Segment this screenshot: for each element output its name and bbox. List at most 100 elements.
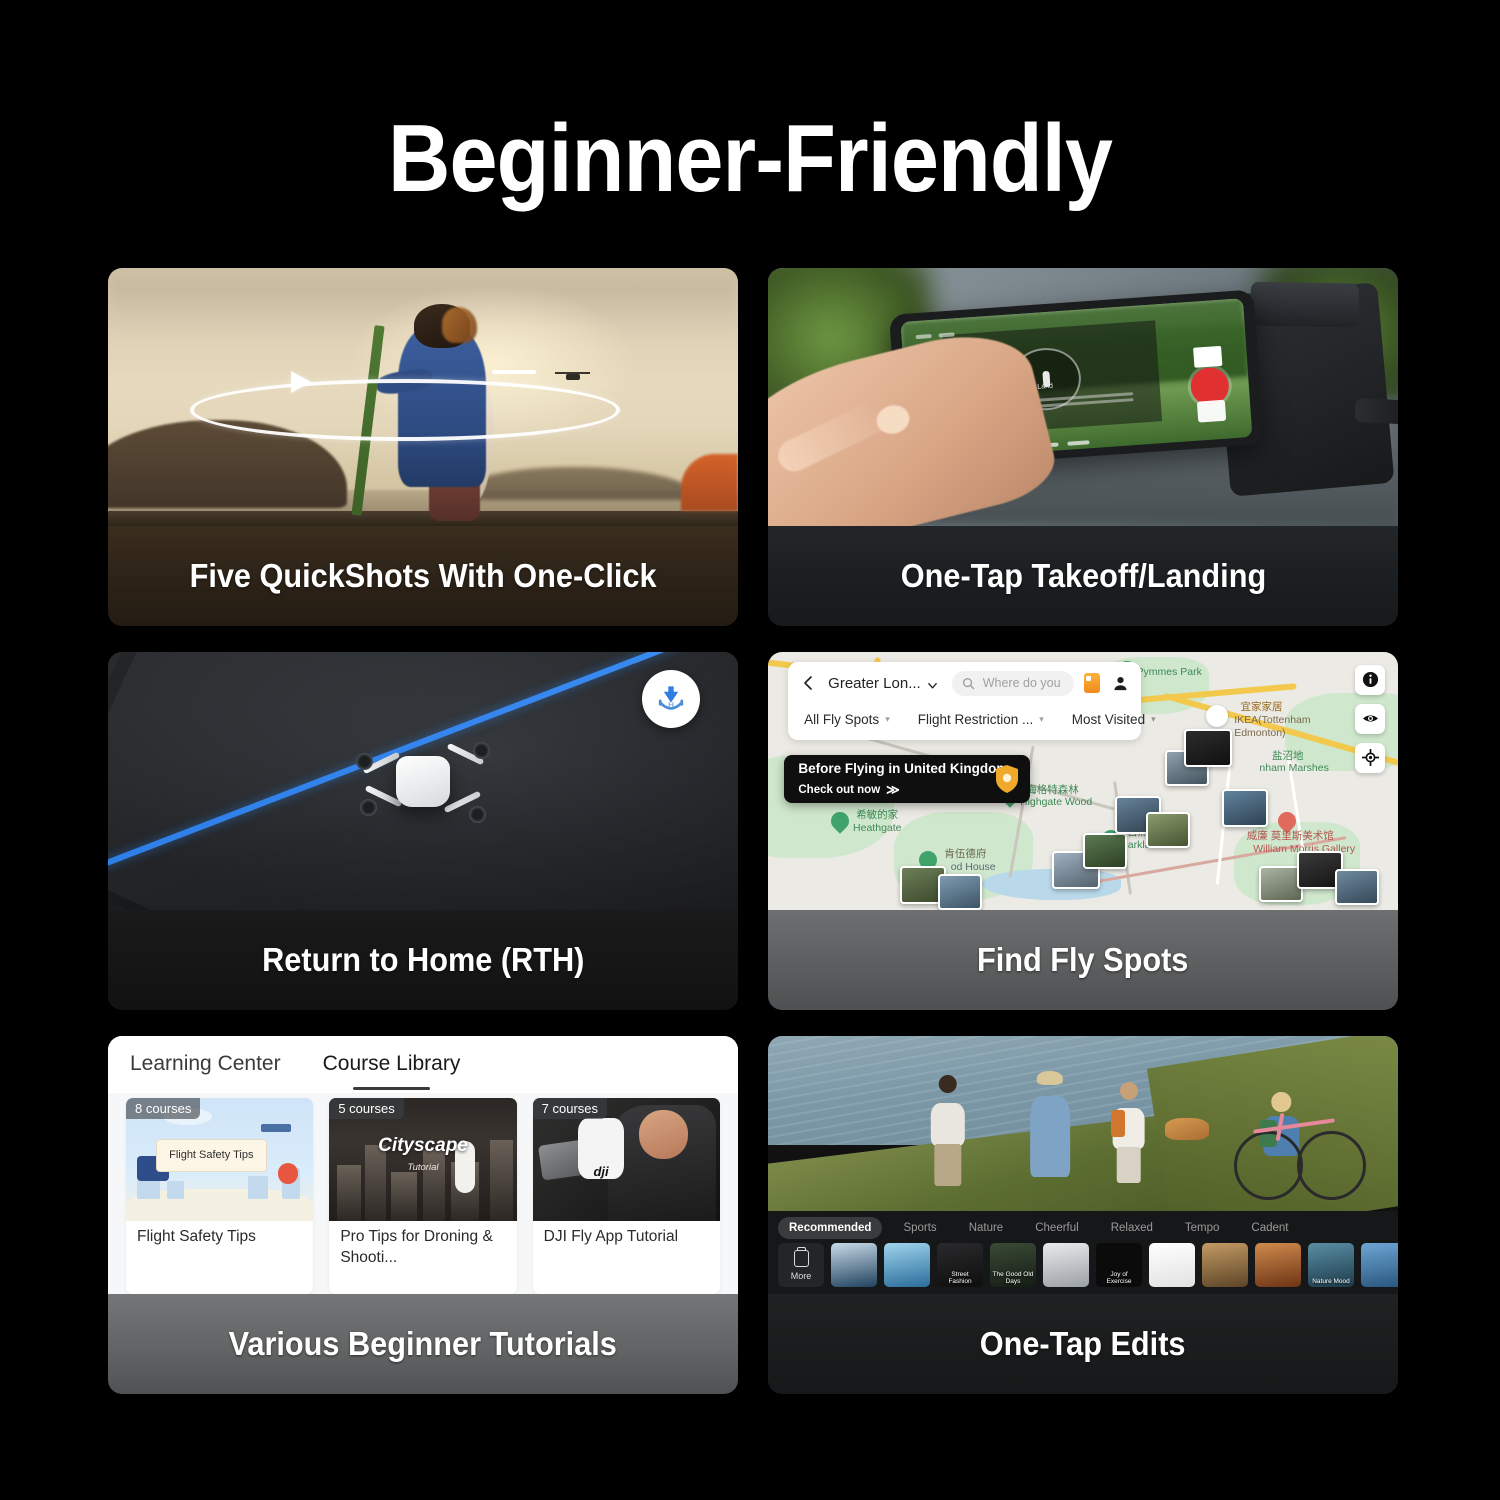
family-photo: [768, 1036, 1398, 1212]
feature-card-tutorials[interactable]: Learning Center Course Library Flight Sa…: [108, 1036, 738, 1394]
card-caption-text: Return to Home (RTH): [261, 941, 585, 978]
map-label: 宜家家居: [1240, 701, 1283, 714]
quickshots-media: [108, 268, 738, 526]
feature-card-takeoff-landing[interactable]: Land One-Tap Takeoff/Landing: [768, 268, 1398, 626]
filter-most-visited[interactable]: Most Visited ▾: [1072, 712, 1156, 727]
tent: [681, 453, 738, 511]
drone-body: [395, 756, 451, 808]
filter-label: Flight Restriction ...: [917, 712, 1034, 728]
template-strip[interactable]: More Street Fashion The Good Old Days Jo…: [778, 1242, 1398, 1288]
spot-thumbnail[interactable]: [938, 873, 983, 910]
info-icon[interactable]: [1355, 664, 1386, 695]
spot-thumbnail[interactable]: [1221, 788, 1268, 827]
course-thumb-label: Cityscape: [378, 1134, 468, 1156]
template-thumbnail[interactable]: [1361, 1242, 1398, 1288]
tab-relaxed[interactable]: Relaxed: [1100, 1217, 1164, 1239]
template-thumbnail[interactable]: Nature Mood: [1308, 1242, 1354, 1288]
page-title: Beginner-Friendly: [388, 105, 1113, 212]
chevron-down-icon[interactable]: [927, 678, 938, 689]
card-caption-text: Five QuickShots With One-Click: [189, 557, 657, 594]
card-caption-text: One-Tap Takeoff/Landing: [900, 557, 1266, 594]
filter-all-fly-spots[interactable]: All Fly Spots ▾: [804, 712, 890, 727]
map-search-row: Greater Lon... Where do you want...: [788, 662, 1141, 704]
template-thumbnail[interactable]: Street Fashion: [937, 1242, 983, 1288]
map-label: 希敏的家: [856, 809, 899, 822]
head: [938, 1074, 957, 1094]
tab-nature[interactable]: Nature: [958, 1217, 1015, 1239]
tab-learning-center[interactable]: Learning Center: [130, 1052, 281, 1076]
map-filter-row: All Fly Spots ▾ Flight Restriction ... ▾ M…: [788, 703, 1155, 737]
card-caption: Various Beginner Tutorials: [108, 1294, 738, 1394]
user-avatar-icon[interactable]: [1112, 675, 1129, 692]
tab-course-library[interactable]: Course Library: [323, 1052, 460, 1091]
locate-me-icon[interactable]: [1355, 742, 1386, 773]
course-title: Flight Safety Tips: [137, 1228, 256, 1246]
filter-label: Most Visited: [1071, 712, 1146, 728]
map-pin-ikea-icon[interactable]: [1205, 704, 1228, 727]
tab-sports[interactable]: Sports: [892, 1217, 947, 1239]
template-thumbnail[interactable]: [1255, 1242, 1301, 1288]
edits-screen: Recommended Sports Nature Cheerful Relax…: [768, 1036, 1398, 1294]
filter-label: All Fly Spots: [804, 712, 880, 728]
city-selector-label[interactable]: Greater Lon...: [828, 675, 921, 692]
map-label: Highgate Wood: [1020, 796, 1093, 809]
filter-flight-restriction[interactable]: Flight Restriction ... ▾: [918, 712, 1044, 727]
banner-link[interactable]: Check out now ≫: [798, 782, 1008, 798]
legs: [933, 1144, 962, 1186]
spot-thumbnail[interactable]: [1083, 832, 1127, 869]
feature-card-find-fly-spots[interactable]: Pymmes Park 宜家家居 IKEA(Tottenham Edmonton…: [768, 652, 1398, 1010]
template-thumbnail[interactable]: [884, 1242, 930, 1288]
card-caption: One-Tap Takeoff/Landing: [768, 526, 1398, 626]
course-thumb-sublabel: Tutorial: [407, 1162, 439, 1174]
template-label: Street Fashion: [948, 1270, 972, 1285]
feature-card-quickshots[interactable]: Five QuickShots With One-Click: [108, 268, 738, 626]
tab-tempo[interactable]: Tempo: [1174, 1217, 1231, 1239]
feature-card-rth[interactable]: H Return to Home (RTH): [108, 652, 738, 1010]
template-thumbnail[interactable]: [1149, 1242, 1195, 1288]
return-to-home-icon[interactable]: H: [642, 670, 701, 729]
learning-center-tabs: Learning Center Course Library: [108, 1036, 738, 1093]
map-label: 肯伍德府: [944, 848, 987, 861]
torso: [930, 1102, 965, 1147]
map-label: od House: [950, 860, 996, 873]
sunset-scene: [108, 268, 738, 526]
tab-cadent[interactable]: Cadent: [1240, 1217, 1299, 1239]
map-header-panel: Greater Lon... Where do you want...: [788, 662, 1156, 740]
course-thumb-label: Flight Safety Tips: [155, 1138, 267, 1172]
feature-card-one-tap-edits[interactable]: Recommended Sports Nature Cheerful Relax…: [768, 1036, 1398, 1394]
back-chevron-icon[interactable]: [800, 675, 816, 691]
drone-icon: [555, 372, 590, 382]
card-caption: One-Tap Edits: [768, 1294, 1398, 1394]
tab-cheerful[interactable]: Cheerful: [1024, 1217, 1089, 1239]
dji-logo-icon: dji: [577, 1117, 625, 1180]
spot-thumbnail[interactable]: [1183, 729, 1232, 768]
course-card[interactable]: dji 7 courses DJI Fly App Tutorial: [532, 1097, 720, 1294]
course-card[interactable]: Cityscape Tutorial 5 courses Pro Tips fo…: [329, 1097, 517, 1294]
card-caption: Find Fly Spots: [768, 910, 1398, 1010]
template-thumbnail[interactable]: [1043, 1242, 1089, 1288]
membership-card-icon[interactable]: [1083, 673, 1100, 694]
bicycle-wheel: [1297, 1130, 1367, 1200]
template-thumbnail[interactable]: The Good Old Days: [990, 1242, 1036, 1288]
spot-thumbnail[interactable]: [1335, 868, 1379, 905]
eye-icon[interactable]: [1355, 703, 1386, 734]
tab-recommended[interactable]: Recommended: [778, 1216, 883, 1239]
photo-mode-icon[interactable]: [1193, 345, 1223, 368]
drone-rotor: [469, 805, 487, 823]
gallery-icon[interactable]: [1197, 399, 1226, 422]
course-card[interactable]: Flight Safety Tips 8 courses Flight Safe…: [126, 1097, 314, 1294]
drone: [356, 737, 490, 825]
template-jar-icon: [793, 1246, 809, 1267]
drone-icon: [260, 1123, 291, 1133]
template-thumbnail[interactable]: [1202, 1242, 1248, 1288]
before-flying-banner[interactable]: Before Flying in United Kingdom Check ou…: [784, 755, 1031, 803]
more-templates-button[interactable]: More: [778, 1242, 824, 1288]
spot-thumbnail[interactable]: [1146, 811, 1190, 848]
map[interactable]: Pymmes Park 宜家家居 IKEA(Tottenham Edmonton…: [768, 652, 1398, 910]
template-thumbnail[interactable]: Joy of Exercise: [1096, 1242, 1142, 1288]
template-label: Nature Mood: [1312, 1277, 1350, 1285]
controller-arm: [1354, 397, 1398, 425]
template-thumbnail[interactable]: [831, 1242, 877, 1288]
search-input[interactable]: Where do you want...: [951, 670, 1074, 696]
search-icon: [962, 677, 975, 690]
